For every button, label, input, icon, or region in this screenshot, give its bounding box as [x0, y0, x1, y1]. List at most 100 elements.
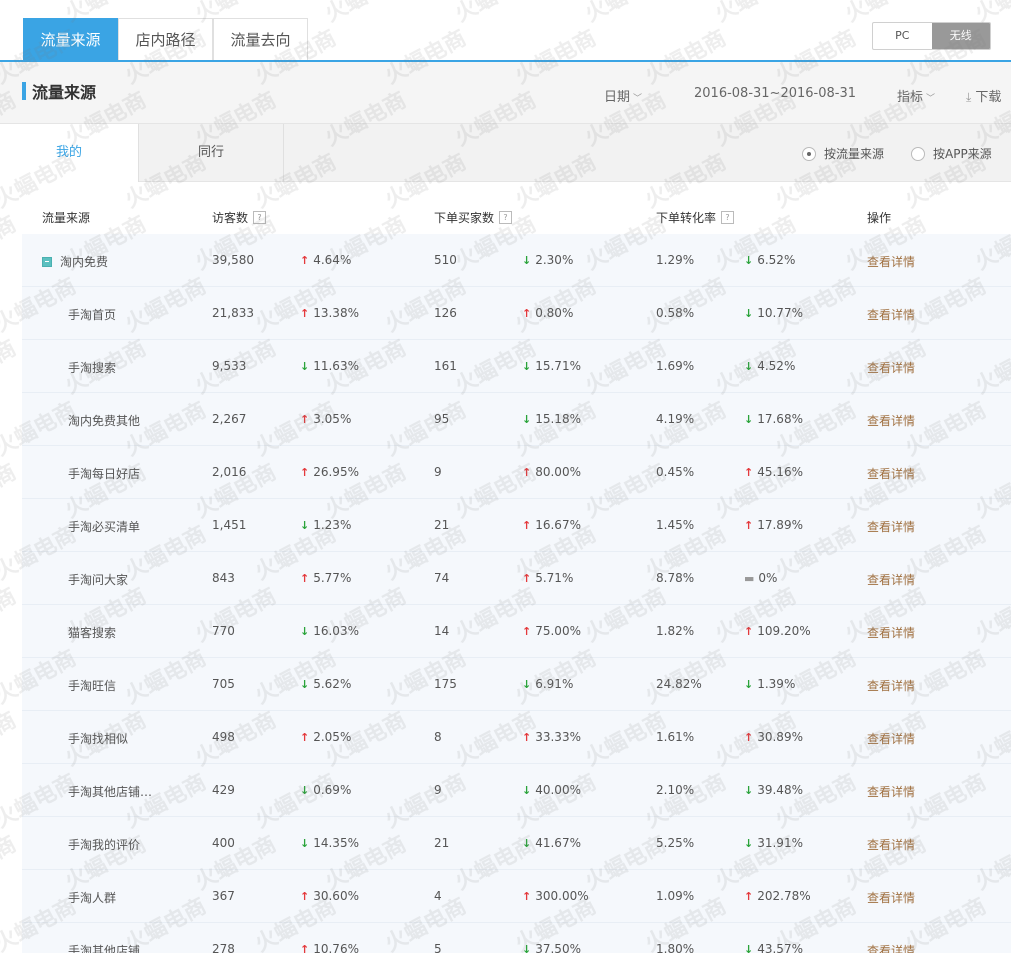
change-value: 30.89% [757, 730, 803, 744]
chevron-down-icon: ﹀ [926, 94, 936, 104]
date-range-picker[interactable]: 2016-08-31~2016-08-31 [694, 86, 856, 101]
conversion-value: 1.45% [656, 518, 695, 532]
view-details-link[interactable]: 查看详情 [867, 253, 915, 270]
buyers-value: 9 [434, 783, 442, 797]
view-details-link[interactable]: 查看详情 [867, 359, 915, 376]
view-details-link[interactable]: 查看详情 [867, 518, 915, 535]
pc-toggle-button[interactable]: PC [873, 23, 932, 49]
buyers-value: 126 [434, 306, 457, 320]
view-details-link[interactable]: 查看详情 [867, 783, 915, 800]
conversion-change: ↓ 17.68% [744, 412, 803, 426]
source-cell: 手淘首页 [68, 306, 116, 323]
table-row: 手淘其他店铺 278 ↑ 10.76% 5 ↓ 37.50% 1.80% ↓ 43.57% 查看详情 [22, 923, 1011, 953]
radio-by-traffic-source[interactable]: 按流量来源 [802, 145, 884, 162]
visitors-value: 770 [212, 624, 235, 638]
change-value: 202.78% [757, 889, 811, 903]
source-cell: 猫客搜索 [68, 624, 116, 641]
tab-mine[interactable]: 我的 [0, 124, 138, 182]
down-arrow-icon: ↓ [522, 412, 532, 426]
change-value: 4.52% [757, 359, 796, 373]
change-value: 0.69% [313, 783, 352, 797]
conversion-value: 8.78% [656, 571, 695, 585]
view-details-link[interactable]: 查看详情 [867, 677, 915, 694]
source-cell: 手淘问大家 [68, 571, 128, 588]
help-icon[interactable]: ? [253, 211, 267, 224]
down-arrow-icon: ↓ [522, 677, 532, 691]
date-label: 日期 [604, 90, 631, 105]
buyers-change: ↓ 2.30% [522, 253, 573, 267]
change-value: 11.63% [313, 359, 359, 373]
tab-peers[interactable]: 同行 [138, 124, 284, 182]
view-details-link[interactable]: 查看详情 [867, 306, 915, 323]
change-value: 2.30% [535, 253, 574, 267]
download-button[interactable]: ⤓ 下载 [966, 86, 1001, 105]
column-header-visitors: 访客数? [212, 209, 267, 226]
change-value: 16.03% [313, 624, 359, 638]
conversion-change: ↑ 30.89% [744, 730, 803, 744]
view-details-link[interactable]: 查看详情 [867, 889, 915, 906]
view-details-link[interactable]: 查看详情 [867, 465, 915, 482]
buyers-change: ↓ 15.18% [522, 412, 581, 426]
visitors-change: ↑ 26.95% [300, 465, 359, 479]
help-icon[interactable]: ? [499, 211, 513, 224]
change-value: 33.33% [535, 730, 581, 744]
conversion-change: ↓ 43.57% [744, 942, 803, 953]
visitors-change: ↓ 5.62% [300, 677, 351, 691]
change-value: 15.71% [535, 359, 581, 373]
view-details-link[interactable]: 查看详情 [867, 624, 915, 641]
top-tab-bar: 流量来源 店内路径 流量去向 PC 无线 [0, 0, 1011, 61]
change-value: 6.91% [535, 677, 574, 691]
down-arrow-icon: ↓ [300, 359, 310, 373]
source-name: 手淘每日好店 [68, 467, 141, 481]
buyers-value: 21 [434, 836, 450, 850]
tab-store-path[interactable]: 店内路径 [118, 18, 213, 60]
up-arrow-icon: ↑ [300, 412, 310, 426]
visitors-change: ↑ 4.64% [300, 253, 351, 267]
date-selector[interactable]: 日期 ﹀ [604, 86, 642, 105]
view-details-link[interactable]: 查看详情 [867, 412, 915, 429]
change-value: 300.00% [535, 889, 589, 903]
visitors-value: 2,016 [212, 465, 247, 479]
buyers-change: ↓ 40.00% [522, 783, 581, 797]
tab-traffic-source[interactable]: 流量来源 [23, 18, 118, 60]
up-arrow-icon: ↑ [744, 518, 754, 532]
change-value: 4.64% [313, 253, 352, 267]
wireless-toggle-button[interactable]: 无线 [931, 23, 990, 49]
conversion-value: 5.25% [656, 836, 695, 850]
view-details-link[interactable]: 查看详情 [867, 942, 915, 953]
buyers-change: ↑ 5.71% [522, 571, 573, 585]
visitors-change: ↑ 5.77% [300, 571, 351, 585]
buyers-change: ↑ 0.80% [522, 306, 573, 320]
title-accent-bar [22, 82, 26, 100]
view-details-link[interactable]: 查看详情 [867, 571, 915, 588]
view-details-link[interactable]: 查看详情 [867, 730, 915, 747]
visitors-value: 1,451 [212, 518, 247, 532]
visitors-value: 705 [212, 677, 235, 691]
down-arrow-icon: ↓ [744, 412, 754, 426]
collapse-icon[interactable] [42, 256, 52, 267]
table-row: 手淘其他店铺… 429 ↓ 0.69% 9 ↓ 40.00% 2.10% ↓ 39.48% 查看详情 [22, 764, 1011, 817]
source-name: 猫客搜索 [68, 626, 117, 640]
radio-by-app-source[interactable]: 按APP来源 [911, 145, 992, 162]
source-cell: 淘内免费其他 [68, 412, 140, 429]
view-details-link[interactable]: 查看详情 [867, 836, 915, 853]
radio-unselected-icon [911, 146, 925, 161]
visitors-change: ↑ 2.05% [300, 730, 351, 744]
table-row: 手淘问大家 843 ↑ 5.77% 74 ↑ 5.71% 8.78% ▬ 0% 查看详情 [22, 552, 1011, 605]
change-value: 16.67% [535, 518, 581, 532]
conversion-value: 1.29% [656, 253, 695, 267]
visitors-change: ↓ 11.63% [300, 359, 359, 373]
source-cell: 手淘其他店铺… [68, 783, 152, 800]
change-value: 30.60% [313, 889, 359, 903]
conversion-value: 1.69% [656, 359, 695, 373]
source-name: 手淘问大家 [68, 573, 129, 587]
change-value: 5.77% [313, 571, 352, 585]
source-cell: 淘内免费 [42, 253, 108, 270]
change-value: 3.05% [313, 412, 352, 426]
conversion-change: ↓ 10.77% [744, 306, 803, 320]
help-icon[interactable]: ? [721, 211, 735, 224]
tab-traffic-destination[interactable]: 流量去向 [213, 18, 308, 60]
visitors-change: ↑ 30.60% [300, 889, 359, 903]
up-arrow-icon: ↑ [300, 571, 310, 585]
metric-selector[interactable]: 指标 ﹀ [897, 86, 935, 105]
